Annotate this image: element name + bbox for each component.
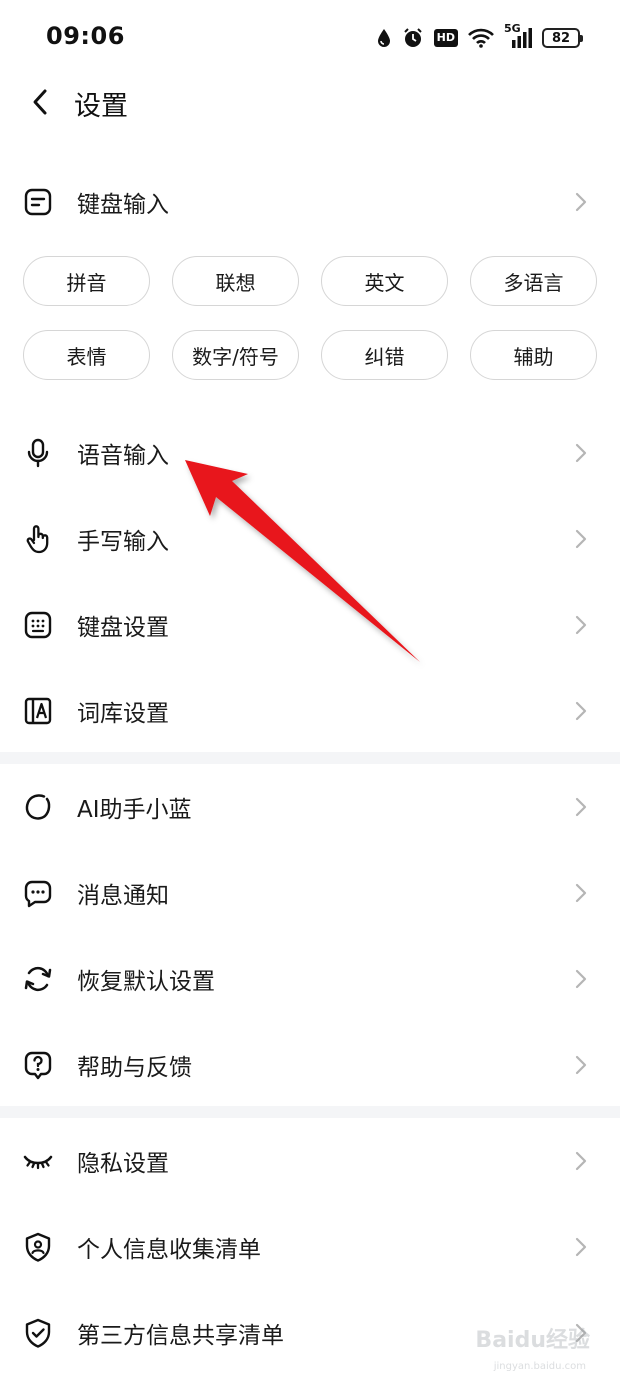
hand-pointer-icon	[22, 523, 54, 555]
chip-english[interactable]: 英文	[321, 256, 448, 306]
baidu-watermark: Baidu经验 jingyan.baidu.com	[470, 1322, 590, 1372]
help-feedback-label: 帮助与反馈	[77, 1055, 192, 1081]
message-notification-label: 消息通知	[77, 883, 169, 909]
chip-correction[interactable]: 纠错	[321, 330, 448, 380]
dictionary-icon	[22, 695, 54, 727]
chevron-right-icon	[574, 1054, 588, 1076]
personal-info-list-label: 个人信息收集清单	[77, 1237, 261, 1263]
third-party-sharing-label: 第三方信息共享清单	[77, 1323, 284, 1349]
shield-user-icon	[22, 1231, 54, 1263]
chevron-left-icon	[33, 89, 47, 115]
alarm-icon	[402, 24, 424, 52]
chip-pinyin[interactable]: 拼音	[23, 256, 150, 306]
privacy-settings-row[interactable]: 隐私设置	[0, 1118, 620, 1204]
keyboard-settings-label: 键盘设置	[77, 615, 169, 641]
dictionary-settings-label: 词库设置	[77, 701, 169, 727]
section-divider	[0, 752, 620, 764]
eye-closed-icon	[22, 1145, 54, 1177]
chevron-right-icon	[574, 1236, 588, 1258]
page-title: 设置	[74, 91, 128, 122]
chevron-right-icon	[574, 968, 588, 990]
personal-info-list-row[interactable]: 个人信息收集清单	[0, 1204, 620, 1290]
chip-numbers-symbols[interactable]: 数字/符号	[172, 330, 299, 380]
restore-defaults-row[interactable]: 恢复默认设置	[0, 936, 620, 1022]
ai-assistant-icon	[22, 791, 54, 823]
restore-defaults-label: 恢复默认设置	[77, 969, 215, 995]
message-notification-row[interactable]: 消息通知	[0, 850, 620, 936]
cellular-signal-icon: 5G	[504, 22, 532, 52]
header: 设置	[0, 72, 620, 132]
watermark-url: jingyan.baidu.com	[493, 1361, 586, 1372]
voice-input-label: 语音输入	[77, 443, 169, 469]
chevron-right-icon	[574, 442, 588, 464]
status-icons: HD 5G 82	[376, 22, 583, 52]
message-icon	[22, 877, 54, 909]
microphone-icon	[22, 437, 54, 469]
water-drop-icon	[376, 24, 392, 52]
chevron-right-icon	[574, 700, 588, 722]
chevron-right-icon	[574, 191, 588, 213]
back-button[interactable]	[20, 82, 60, 122]
keyboard-input-label: 键盘输入	[77, 192, 169, 218]
ai-assistant-label: AI助手小蓝	[77, 797, 192, 823]
keyboard-settings-row[interactable]: 键盘设置	[0, 582, 620, 668]
status-time: 09:06	[46, 22, 125, 50]
watermark-text: Baidu经验	[475, 1328, 590, 1353]
keyboard-icon	[22, 609, 54, 641]
chip-emoji[interactable]: 表情	[23, 330, 150, 380]
status-bar: 09:06 HD 5G 82	[0, 0, 620, 72]
keyboard-input-icon	[22, 186, 54, 218]
chip-multilingual[interactable]: 多语言	[470, 256, 597, 306]
hd-icon: HD	[433, 24, 458, 52]
help-icon	[22, 1049, 54, 1081]
handwriting-input-row[interactable]: 手写输入	[0, 496, 620, 582]
help-feedback-row[interactable]: 帮助与反馈	[0, 1022, 620, 1108]
refresh-icon	[22, 963, 54, 995]
dictionary-settings-row[interactable]: 词库设置	[0, 668, 620, 754]
chip-assist[interactable]: 辅助	[470, 330, 597, 380]
ai-assistant-row[interactable]: AI助手小蓝	[0, 764, 620, 850]
chevron-right-icon	[574, 528, 588, 550]
chevron-right-icon	[574, 882, 588, 904]
battery-indicator: 82	[542, 28, 583, 48]
chevron-right-icon	[574, 614, 588, 636]
chevron-right-icon	[574, 796, 588, 818]
chip-association[interactable]: 联想	[172, 256, 299, 306]
privacy-settings-label: 隐私设置	[77, 1151, 169, 1177]
keyboard-input-row[interactable]: 键盘输入	[0, 159, 620, 245]
wifi-icon	[468, 24, 494, 52]
shield-check-icon	[22, 1317, 54, 1349]
voice-input-row[interactable]: 语音输入	[0, 410, 620, 496]
handwriting-input-label: 手写输入	[77, 529, 169, 555]
chevron-right-icon	[574, 1150, 588, 1172]
section-divider	[0, 1106, 620, 1118]
